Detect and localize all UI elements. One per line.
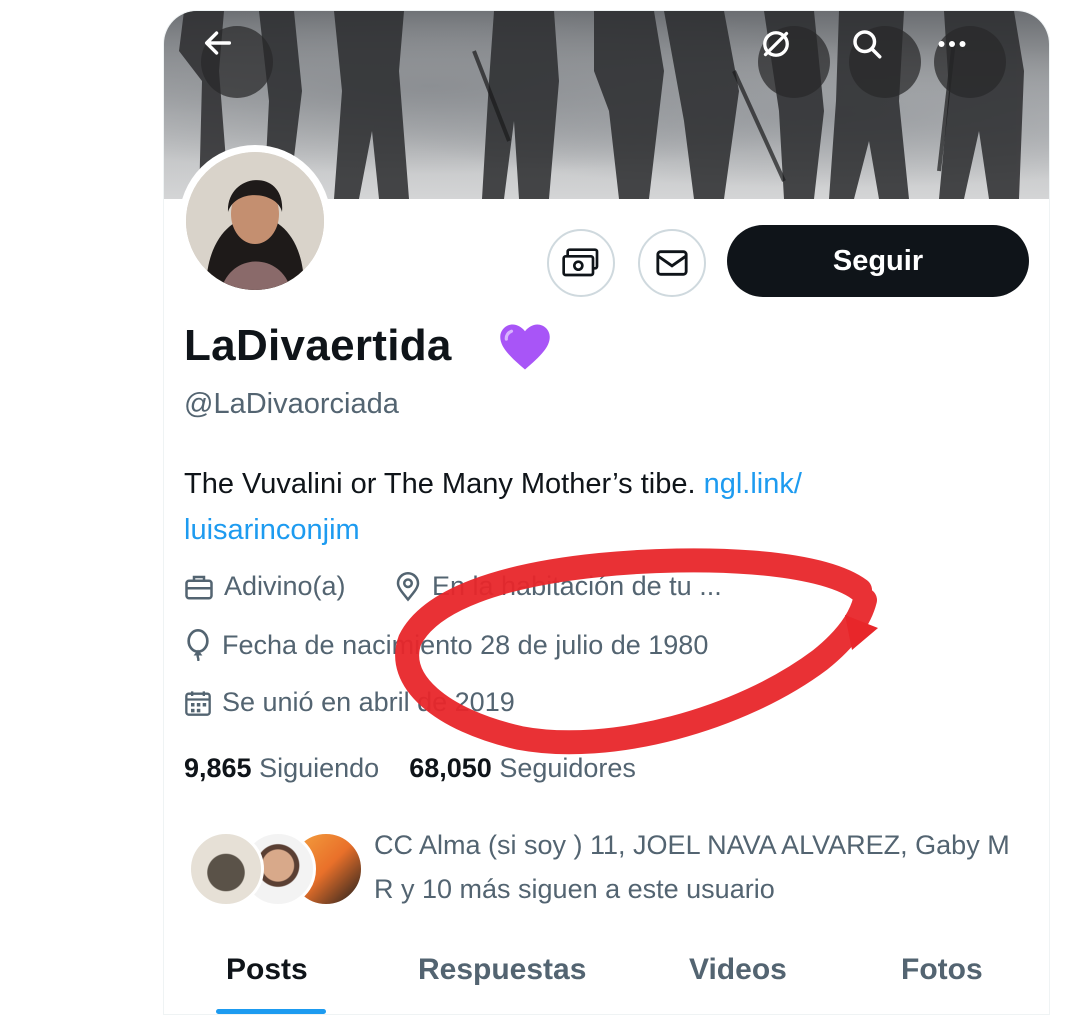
location-text: En la habitación de tu ...: [432, 571, 722, 601]
birthday-row: Fecha de nacimiento 28 de julio de 1980: [184, 629, 708, 661]
search-icon: [853, 30, 882, 59]
arrow-left-icon: [204, 31, 232, 55]
tab-posts[interactable]: Posts: [226, 953, 308, 987]
subscribe-button[interactable]: [547, 229, 615, 297]
followers-link[interactable]: 68,050 Seguidores: [409, 753, 636, 783]
mutual-followers-avatars[interactable]: [188, 831, 364, 907]
joined-row: Se unió en abril de 2019: [184, 687, 515, 718]
location-pin-icon: [396, 571, 420, 601]
more-icon: [938, 41, 966, 47]
message-button[interactable]: [638, 229, 706, 297]
display-name: LaDivaertida: [184, 321, 452, 370]
purple-heart-icon: [500, 324, 550, 370]
tab-videos[interactable]: Videos: [689, 953, 787, 987]
bio-link-part2[interactable]: luisarinconjim: [184, 514, 360, 546]
following-link[interactable]: 9,865 Siguiendo: [184, 753, 379, 783]
mutual-avatar-1: [188, 831, 264, 907]
profile-handle: @LaDivaorciada: [184, 388, 399, 420]
bio-text: The Vuvalini or The Many Mother’s tibe.: [184, 468, 704, 500]
avatar-image: [186, 152, 324, 290]
avatar[interactable]: [179, 145, 331, 297]
more-button[interactable]: [934, 26, 1006, 98]
location-row: En la habitación de tu ...: [394, 571, 722, 602]
envelope-icon: [656, 250, 688, 276]
joined-text: Se unió en abril de 2019: [222, 687, 515, 717]
grok-icon: [763, 31, 789, 57]
followers-count: 68,050: [409, 753, 492, 783]
tab-fotos[interactable]: Fotos: [901, 953, 983, 987]
grok-button[interactable]: [758, 26, 830, 98]
balloon-icon: [187, 629, 209, 661]
profession-row: Adivino(a): [184, 571, 346, 602]
back-button[interactable]: [201, 26, 273, 98]
calendar-icon: [185, 690, 211, 716]
follow-button[interactable]: Seguir: [727, 225, 1029, 297]
active-tab-indicator: [216, 1009, 326, 1014]
bio-link-part1[interactable]: ngl.link/: [704, 468, 802, 500]
search-button[interactable]: [849, 26, 921, 98]
profession-text: Adivino(a): [224, 571, 346, 601]
profile-bio: The Vuvalini or The Many Mother’s tibe. …: [184, 461, 944, 553]
money-icon: [562, 248, 599, 277]
followers-label: Seguidores: [499, 753, 636, 783]
profile-card: Seguir LaDivaertida @LaDivaorciada The V…: [163, 10, 1050, 1015]
birthday-text: Fecha de nacimiento 28 de julio de 1980: [222, 629, 709, 660]
profile-tabs: Posts Respuestas Videos Fotos: [164, 941, 1049, 1014]
briefcase-icon: [185, 575, 213, 599]
following-label: Siguiendo: [259, 753, 380, 783]
mutual-followers-text[interactable]: CC Alma (si soy ) 11, JOEL NAVA ALVAREZ,…: [374, 823, 1024, 911]
following-count: 9,865: [184, 753, 252, 783]
follow-stats: 9,865 Siguiendo 68,050 Seguidores: [184, 753, 636, 784]
tab-respuestas[interactable]: Respuestas: [418, 953, 586, 987]
